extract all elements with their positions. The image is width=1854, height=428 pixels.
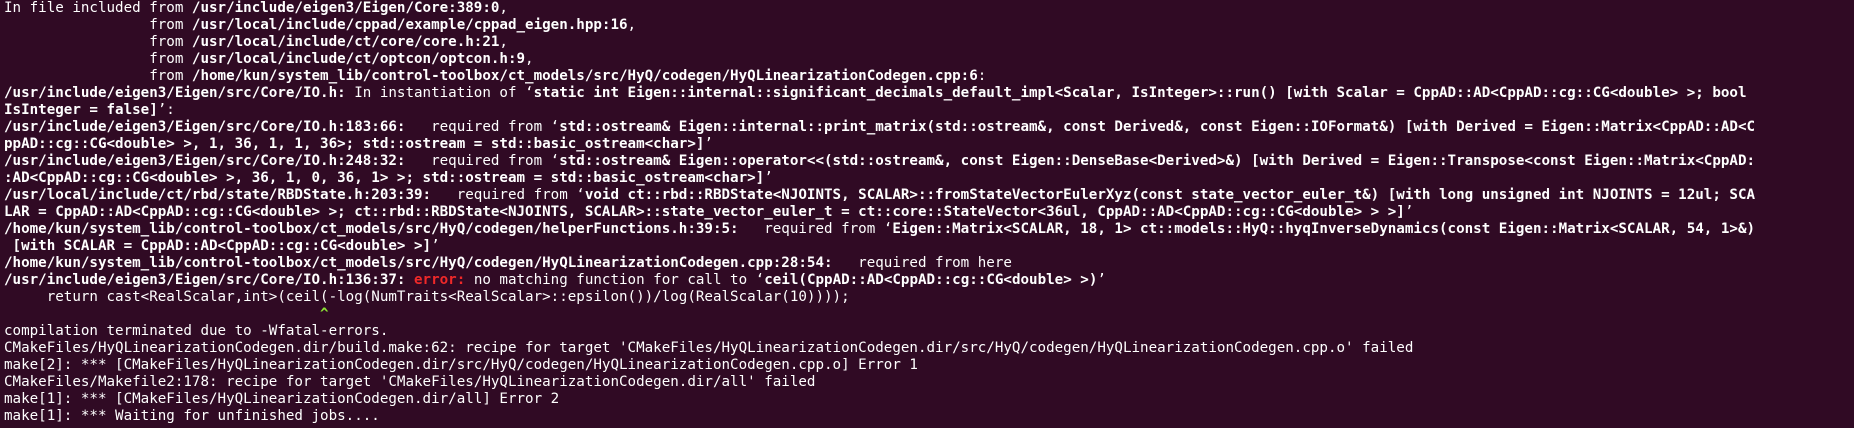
terminal-text: ,	[499, 0, 508, 16]
terminal-line: In file included from /usr/include/eigen…	[4, 0, 1854, 17]
terminal-line: make[1]: *** Waiting for unfinished jobs…	[4, 408, 1854, 425]
terminal-line: /usr/include/eigen3/Eigen/src/Core/IO.h:…	[4, 85, 1854, 102]
terminal-text: ppAD::cg::CG<double> >, 1, 36, 1, 1, 36>…	[4, 136, 705, 152]
terminal-text: /home/kun/system_lib/control-toolbox/ct_…	[4, 221, 739, 237]
terminal-line: [with SCALAR = CppAD::AD<CppAD::cg::CG<d…	[4, 238, 1854, 255]
terminal-text: ’	[764, 170, 773, 186]
terminal-text: [with SCALAR = CppAD::AD<CppAD::cg::CG<d…	[4, 238, 432, 254]
terminal-line: /usr/include/eigen3/Eigen/src/Core/IO.h:…	[4, 272, 1854, 289]
terminal-line: from /usr/local/include/cppad/example/cp…	[4, 17, 1854, 34]
terminal-text: compilation terminated due to -Wfatal-er…	[4, 323, 389, 339]
terminal-text: ,	[627, 17, 637, 33]
terminal-text: ’	[1097, 272, 1106, 288]
error-label: error:	[414, 272, 474, 288]
terminal-text: LAR = CppAD::AD<CppAD::cg::CG<double> >;…	[4, 204, 1405, 220]
terminal-text: ’	[431, 238, 440, 254]
terminal-text: /usr/local/include/ct/core/core.h:21	[191, 34, 500, 50]
terminal-line: return cast<RealScalar,int>(ceil(-log(Nu…	[4, 289, 1854, 306]
terminal-text: /usr/include/eigen3/Eigen/Core:389:0	[191, 0, 500, 16]
terminal-text: return cast<RealScalar,int>(ceil(-log(Nu…	[4, 289, 850, 305]
terminal-text: ’	[704, 136, 713, 152]
terminal-line: :AD<CppAD::cg::CG<double> >, 36, 1, 0, 3…	[4, 170, 1854, 187]
terminal-line: /home/kun/system_lib/control-toolbox/ct_…	[4, 255, 1854, 272]
terminal-line: CMakeFiles/Makefile2:178: recipe for tar…	[4, 374, 1854, 391]
terminal-text: make[1]: *** [CMakeFiles/HyQLinearizatio…	[4, 391, 560, 407]
terminal-line: ^	[4, 306, 1854, 323]
terminal-text: from	[4, 17, 192, 33]
caret-marker: ^	[320, 306, 329, 322]
terminal-text: /home/kun/system_lib/control-toolbox/ct_…	[191, 68, 978, 84]
terminal-text: CMakeFiles/HyQLinearizationCodegen.dir/b…	[4, 340, 1414, 356]
terminal-line: /usr/local/include/ct/rbd/state/RBDState…	[4, 187, 1854, 204]
terminal-text: :AD<CppAD::cg::CG<double> >, 36, 1, 0, 3…	[4, 170, 765, 186]
terminal-text: /usr/local/include/cppad/example/cppad_e…	[191, 17, 628, 33]
terminal-text: no matching function for call to ‘	[473, 272, 765, 288]
terminal-text: from	[4, 34, 192, 50]
terminal-text: /home/kun/system_lib/control-toolbox/ct_…	[4, 255, 833, 271]
terminal-text: required from here	[832, 255, 1012, 271]
terminal-text: required from ‘	[405, 119, 560, 135]
terminal-text: /usr/include/eigen3/Eigen/src/Core/IO.h:…	[4, 119, 406, 135]
terminal-line: make[2]: *** [CMakeFiles/HyQLinearizatio…	[4, 357, 1854, 374]
terminal-text: void ct::rbd::RBDState<NJOINTS, SCALAR>:…	[584, 187, 1756, 203]
terminal-text: ’	[1404, 204, 1414, 220]
terminal-text: :	[977, 68, 987, 84]
terminal-text: In file included from	[4, 0, 192, 16]
terminal-line: /usr/include/eigen3/Eigen/src/Core/IO.h:…	[4, 119, 1854, 136]
terminal-text: required from ‘	[431, 187, 585, 203]
terminal-text: ceil(CppAD::AD<CppAD::cg::CG<double> >)	[764, 272, 1098, 288]
terminal-line: from /usr/local/include/ct/optcon/optcon…	[4, 51, 1854, 68]
terminal-text: ,	[499, 34, 508, 50]
terminal-output[interactable]: In file included from /usr/include/eigen…	[0, 0, 1854, 428]
terminal-text: Eigen::Matrix<SCALAR, 18, 1> ct::models:…	[892, 221, 1756, 237]
terminal-text: /usr/include/eigen3/Eigen/src/Core/IO.h:…	[4, 153, 406, 169]
terminal-line: from /usr/local/include/ct/core/core.h:2…	[4, 34, 1854, 51]
terminal-line: make[1]: *** [CMakeFiles/HyQLinearizatio…	[4, 391, 1854, 408]
terminal-line: from /home/kun/system_lib/control-toolbo…	[4, 68, 1854, 85]
terminal-text: In instantiation of ‘	[345, 85, 534, 101]
terminal-text: /usr/include/eigen3/Eigen/src/Core/IO.h:	[4, 85, 346, 101]
terminal-line: /usr/include/eigen3/Eigen/src/Core/IO.h:…	[4, 153, 1854, 170]
terminal-text: from	[4, 68, 192, 84]
terminal-line: /home/kun/system_lib/control-toolbox/ct_…	[4, 221, 1854, 238]
terminal-text: static int Eigen::internal::significant_…	[533, 85, 1747, 101]
terminal-text: std::ostream& Eigen::operator<<(std::ost…	[559, 153, 1756, 169]
terminal-line: ppAD::cg::CG<double> >, 1, 36, 1, 1, 36>…	[4, 136, 1854, 153]
terminal-line: CMakeFiles/HyQLinearizationCodegen.dir/b…	[4, 340, 1854, 357]
terminal-line: IsInteger = false]’:	[4, 102, 1854, 119]
terminal-text: /usr/local/include/ct/optcon/optcon.h:9	[191, 51, 526, 67]
terminal-line: LAR = CppAD::AD<CppAD::cg::CG<double> >;…	[4, 204, 1854, 221]
terminal-text: /usr/include/eigen3/Eigen/src/Core/IO.h:…	[4, 272, 406, 288]
terminal-text: std::ostream& Eigen::internal::print_mat…	[559, 119, 1756, 135]
terminal-text: ,	[525, 51, 534, 67]
terminal-text: make[2]: *** [CMakeFiles/HyQLinearizatio…	[4, 357, 918, 373]
terminal-text: /usr/local/include/ct/rbd/state/RBDState…	[4, 187, 432, 203]
terminal-line: compilation terminated due to -Wfatal-er…	[4, 323, 1854, 340]
terminal-text: from	[4, 51, 192, 67]
terminal-text: required from ‘	[405, 153, 560, 169]
terminal-text: ’:	[157, 102, 175, 118]
terminal-text: CMakeFiles/Makefile2:178: recipe for tar…	[4, 374, 816, 390]
terminal-text: IsInteger = false]	[4, 102, 158, 118]
terminal-text: make[1]: *** Waiting for unfinished jobs…	[4, 408, 380, 424]
terminal-text: required from ‘	[738, 221, 893, 237]
